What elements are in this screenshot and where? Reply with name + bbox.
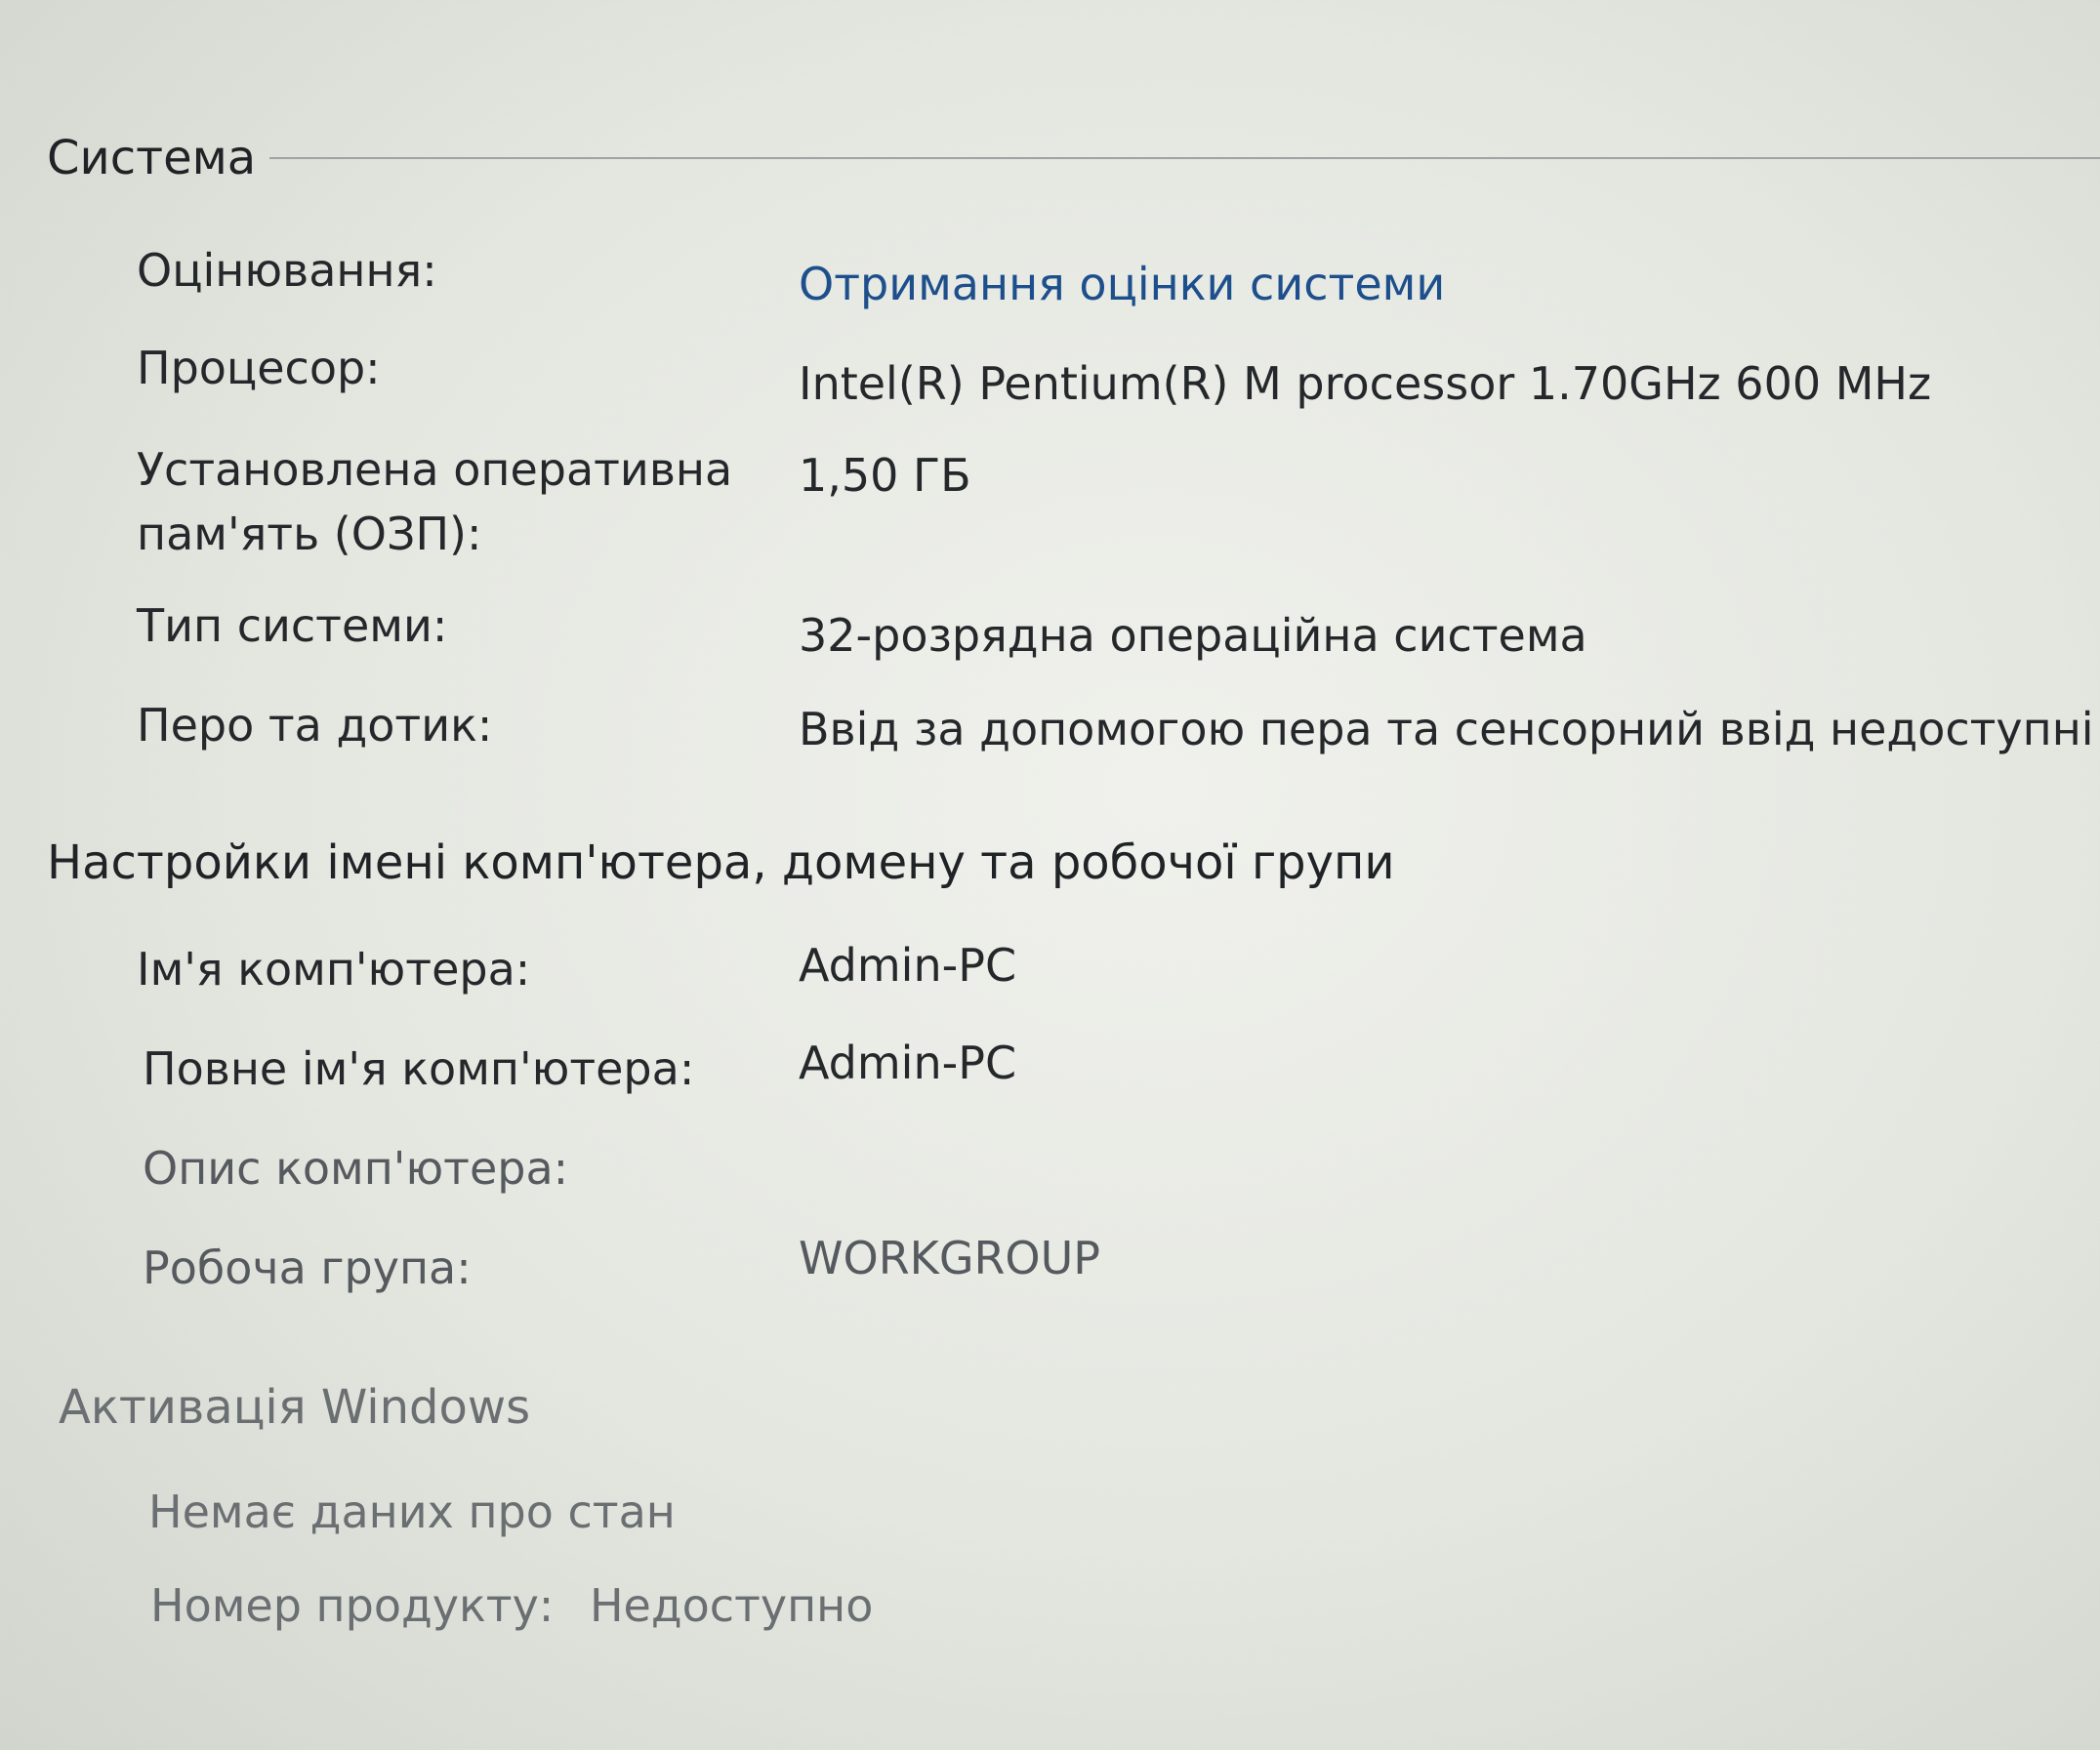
workgroup-value: WORKGROUP bbox=[799, 1232, 1101, 1284]
full-computer-name-value: Admin-PC bbox=[799, 1037, 1017, 1089]
computer-description-label: Опис комп'ютера: bbox=[143, 1142, 569, 1195]
pen-touch-value: Ввід за допомогою пера та сенсорний ввід… bbox=[799, 703, 2100, 755]
section-title-activation: Активація Windows bbox=[59, 1380, 531, 1435]
system-properties-panel: Система Оцінювання: Отримання оцінки сис… bbox=[0, 0, 2100, 1750]
rating-label: Оцінювання: bbox=[137, 244, 437, 297]
section-header-system: Система bbox=[47, 131, 2100, 185]
workgroup-label: Робоча група: bbox=[143, 1241, 472, 1294]
section-header-activation: Активація Windows bbox=[59, 1380, 530, 1435]
product-id-label: Номер продукту: bbox=[150, 1579, 555, 1632]
computer-name-value: Admin-PC bbox=[799, 939, 1017, 992]
section-title-system: Система bbox=[47, 131, 257, 185]
section-header-computer-name: Настройки імені комп'ютера, домену та ро… bbox=[47, 835, 1395, 890]
section-divider bbox=[269, 157, 2100, 159]
product-id-value: Недоступно bbox=[589, 1579, 874, 1632]
processor-value: Intel(R) Pentium(R) M processor 1.70GHz … bbox=[799, 357, 1932, 410]
activation-status: Немає даних про стан bbox=[148, 1485, 676, 1538]
system-rating-link[interactable]: Отримання оцінки системи bbox=[799, 258, 1445, 310]
full-computer-name-label: Повне ім'я комп'ютера: bbox=[143, 1042, 695, 1095]
computer-name-label: Ім'я комп'ютера: bbox=[137, 943, 531, 996]
product-id-row: Номер продукту: Недоступно bbox=[150, 1579, 873, 1632]
section-title-computer-name: Настройки імені комп'ютера, домену та ро… bbox=[47, 835, 1395, 890]
system-type-label: Тип системи: bbox=[137, 599, 448, 652]
pen-touch-label: Перо та дотик: bbox=[137, 699, 493, 752]
ram-value: 1,50 ГБ bbox=[799, 449, 971, 502]
processor-label: Процесор: bbox=[137, 342, 381, 394]
system-type-value: 32-розрядна операційна система bbox=[799, 609, 1587, 662]
ram-label: Установлена оперативна пам'ять (ОЗП): bbox=[137, 443, 733, 560]
